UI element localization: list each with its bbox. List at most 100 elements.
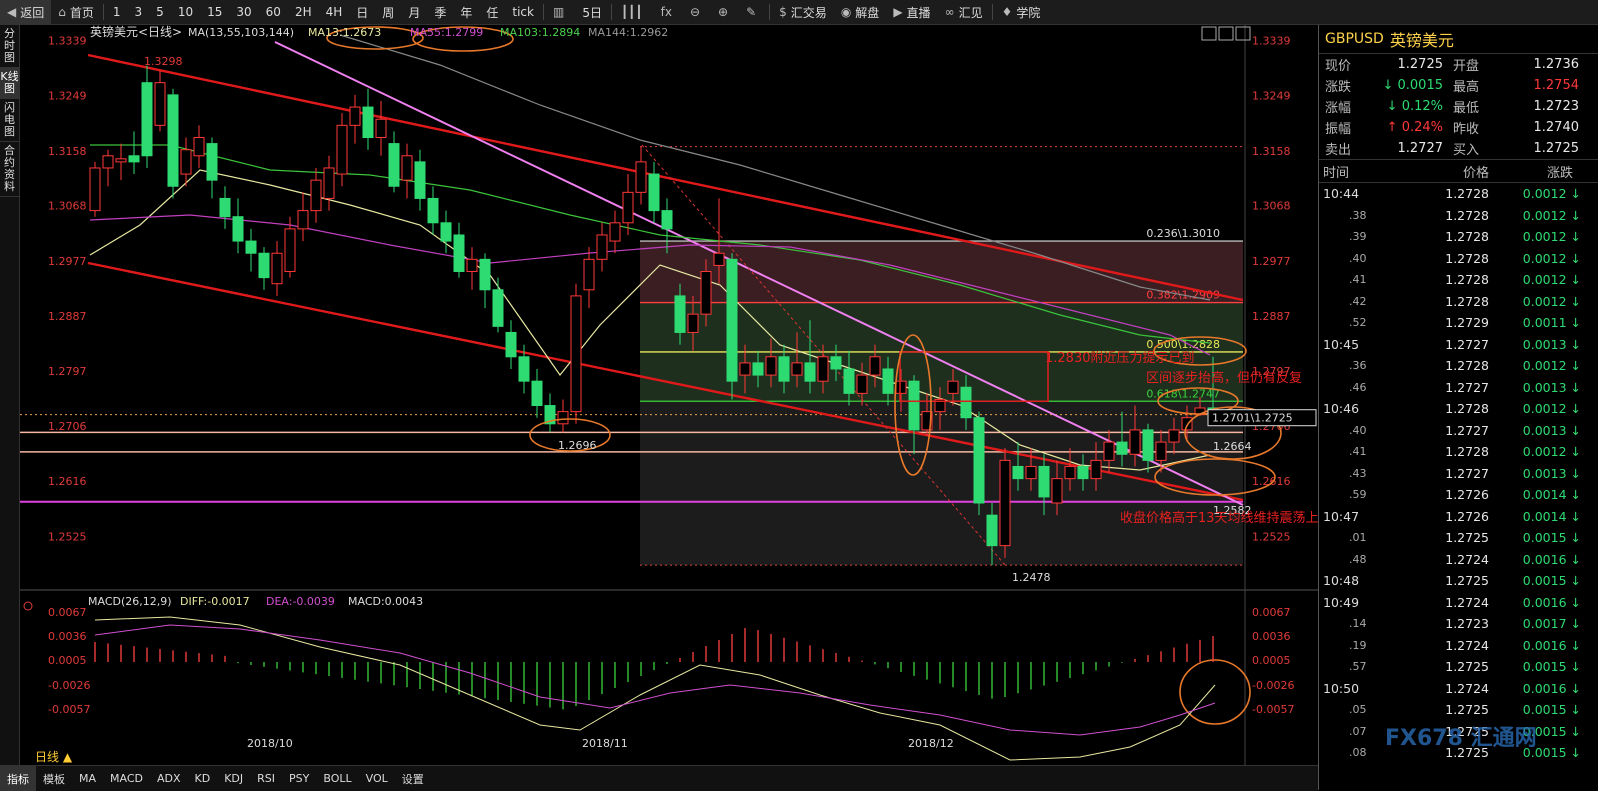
period-quarter[interactable]: 季 (427, 0, 453, 24)
arrow-down-icon: ↓ (1570, 508, 1581, 524)
left-tab-1[interactable]: K线图 (0, 68, 19, 99)
indicator-tab-1[interactable]: 模板 (36, 766, 72, 791)
indicator-tab-8[interactable]: PSY (282, 766, 316, 791)
tick-list[interactable]: 10:44 1.2728 0.0012 ↓ .38 1.2728 0.0012 ↓ .39 1… (1319, 183, 1598, 764)
tick-row[interactable]: 10:50 1.2724 0.0016 ↓ (1319, 678, 1598, 700)
period-2h[interactable]: 2H (288, 0, 319, 24)
arrow-down-icon: ↓ (1570, 379, 1581, 395)
period-10[interactable]: 10 (171, 0, 200, 24)
indicator-tab-6[interactable]: KDJ (217, 766, 250, 791)
tick-price: 1.2727 (1445, 422, 1489, 438)
window-control-icon[interactable] (1201, 26, 1217, 41)
tick-row[interactable]: .01 1.2725 0.0015 ↓ (1319, 527, 1598, 549)
window-control-icon[interactable] (1218, 26, 1234, 41)
tick-row[interactable]: 10:46 1.2728 0.0012 ↓ (1319, 398, 1598, 420)
indicator-tab-2[interactable]: MA (72, 766, 103, 791)
tick-row[interactable]: .05 1.2725 0.0015 ↓ (1319, 699, 1598, 721)
tick-row[interactable]: .43 1.2727 0.0013 ↓ (1319, 463, 1598, 485)
indicator-tab-4[interactable]: ADX (150, 766, 188, 791)
indicator-tab-5[interactable]: KD (188, 766, 218, 791)
indicator-tab-10[interactable]: VOL (359, 766, 395, 791)
tick-row[interactable]: .42 1.2728 0.0012 ↓ (1319, 291, 1598, 313)
indicator-tab-3[interactable]: MACD (103, 766, 150, 791)
left-tab-0[interactable]: 分时图 (0, 25, 19, 68)
draw-icon[interactable]: ✎ (739, 0, 767, 24)
tick-row[interactable]: 10:45 1.2727 0.0013 ↓ (1319, 334, 1598, 356)
back-button[interactable]: ◀ 返回 (0, 0, 52, 24)
period-year[interactable]: 年 (453, 0, 479, 24)
academy-button[interactable]: ♦ 学院 (995, 0, 1048, 24)
formula-icon[interactable]: fx (654, 0, 683, 24)
bar-chart-icon[interactable]: ▥ (546, 0, 575, 24)
candle-body (895, 380, 907, 394)
tick-price: 1.2727 (1445, 465, 1489, 481)
trade-button[interactable]: $ 汇交易 (772, 0, 834, 24)
left-tab-3[interactable]: 合约资料 (0, 142, 19, 197)
indicator-tab-9[interactable]: BOLL (316, 766, 358, 791)
candle-body (557, 411, 569, 425)
period-60[interactable]: 60 (259, 0, 288, 24)
quote-value-2: 1.2725 (1533, 141, 1580, 156)
bar-chart-icon-icon: ▥ (552, 5, 565, 19)
candle-icon[interactable]: ┃┃┃ (614, 0, 654, 24)
tick-row[interactable]: .40 1.2728 0.0012 ↓ (1319, 248, 1598, 270)
tick-row[interactable]: 10:49 1.2724 0.0016 ↓ (1319, 592, 1598, 614)
tick-row[interactable]: 10:48 1.2725 0.0015 ↓ (1319, 570, 1598, 592)
period-30[interactable]: 30 (229, 0, 258, 24)
analysis-button[interactable]: ◉ 解盘 (834, 0, 887, 24)
tick-row[interactable]: .36 1.2728 0.0012 ↓ (1319, 355, 1598, 377)
tick-row[interactable]: .57 1.2725 0.0015 ↓ (1319, 656, 1598, 678)
period-tick-label: tick (512, 5, 534, 19)
period-week[interactable]: 周 (375, 0, 401, 24)
live-button[interactable]: ▶ 直播 (886, 0, 937, 24)
price-mark-level: 1.2664 (1213, 440, 1252, 453)
zoom-in-icon[interactable]: ⊕ (711, 0, 739, 24)
arrow-down-icon: ↓ (1570, 465, 1581, 481)
period-tick[interactable]: tick (505, 0, 541, 24)
candle-body (258, 252, 270, 279)
period-3[interactable]: 3 (128, 0, 150, 24)
tick-row[interactable]: .41 1.2728 0.0012 ↓ (1319, 269, 1598, 291)
indicator-tab-11[interactable]: 设置 (395, 766, 431, 791)
period-60-label: 60 (265, 5, 281, 19)
tick-row[interactable]: .40 1.2727 0.0013 ↓ (1319, 420, 1598, 442)
period-day[interactable]: 日 (349, 0, 375, 24)
period-4h[interactable]: 4H (319, 0, 350, 24)
period-month[interactable]: 月 (401, 0, 427, 24)
tick-change: 0.0012 ↓ (1489, 229, 1585, 244)
macd-diff: DIFF:-0.0017 (180, 595, 250, 608)
tick-row[interactable]: .39 1.2728 0.0012 ↓ (1319, 226, 1598, 248)
tick-row[interactable]: .14 1.2723 0.0017 ↓ (1319, 613, 1598, 635)
candle-body (843, 368, 855, 394)
tick-row[interactable]: .41 1.2728 0.0012 ↓ (1319, 441, 1598, 463)
home-button[interactable]: ⌂ 首页 (51, 0, 101, 24)
tick-row[interactable]: 10:44 1.2728 0.0012 ↓ (1319, 183, 1598, 205)
macd-y-right: -0.0026 (1252, 679, 1294, 692)
tick-row[interactable]: .59 1.2726 0.0014 ↓ (1319, 484, 1598, 506)
period-5[interactable]: 5 (149, 0, 171, 24)
period-15[interactable]: 15 (200, 0, 229, 24)
candle-body (960, 386, 972, 419)
tick-row[interactable]: .19 1.2724 0.0016 ↓ (1319, 635, 1598, 657)
tick-row[interactable]: .38 1.2728 0.0012 ↓ (1319, 205, 1598, 227)
tick-row[interactable]: 10:47 1.2726 0.0014 ↓ (1319, 506, 1598, 528)
period-1[interactable]: 1 (106, 0, 128, 24)
tick-time: 10:49 (1323, 594, 1360, 610)
period-any[interactable]: 任 (479, 0, 505, 24)
period-tag[interactable]: 日线 ▲ (28, 748, 79, 764)
arrow-down-icon: ↓ (1570, 745, 1581, 761)
period-2h-label: 2H (294, 5, 312, 19)
window-control-icon[interactable] (1235, 26, 1251, 41)
tick-price: 1.2728 (1445, 250, 1489, 266)
zoom-out-icon[interactable]: ⊖ (683, 0, 711, 24)
tick-row[interactable]: .46 1.2727 0.0013 ↓ (1319, 377, 1598, 399)
tick-row[interactable]: .52 1.2729 0.0011 ↓ (1319, 312, 1598, 334)
view-button[interactable]: ∞ 汇见 (938, 0, 990, 24)
period-5day[interactable]: 5日 (575, 0, 609, 24)
indicator-tab-0[interactable]: 指标 (0, 766, 36, 791)
indicator-tab-7[interactable]: RSI (250, 766, 282, 791)
left-tab-2[interactable]: 闪电图 (0, 99, 19, 142)
candle-body (856, 374, 868, 394)
tick-row[interactable]: .48 1.2724 0.0016 ↓ (1319, 549, 1598, 571)
kline-chart[interactable]: 1.3339 1.3339 1.3249 1.3249 1.3158 1.3158 1.30… (20, 25, 1318, 765)
